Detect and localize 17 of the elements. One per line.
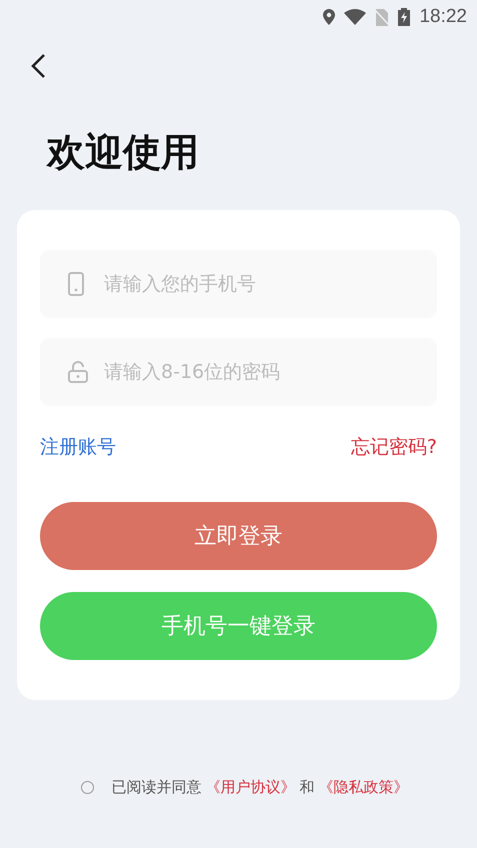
agreement-text: 已阅读并同意 <box>112 778 202 797</box>
privacy-policy-link[interactable]: 《隐私政策》 <box>318 778 408 797</box>
input-field[interactable]: 请输入8-16位的密码 <box>40 338 437 406</box>
back-icon[interactable] <box>30 53 46 79</box>
no-sim-icon <box>375 8 390 26</box>
agreement-radio[interactable] <box>80 781 94 794</box>
page-title: 欢迎使用 <box>47 129 200 176</box>
wifi-icon <box>344 9 366 25</box>
login-button[interactable]: 立即登录 <box>40 502 437 570</box>
location-icon <box>323 9 336 25</box>
user-agreement-link[interactable]: 《用户协议》 <box>206 778 296 797</box>
battery-icon <box>398 8 410 26</box>
input-field[interactable]: 请输入您的手机号 <box>40 250 437 318</box>
status-time: 18:22 <box>419 6 467 28</box>
agreement-joiner: 和 <box>300 778 314 797</box>
forgot-password-link[interactable]: 忘记密码? <box>350 434 437 460</box>
register-link[interactable]: 注册账号 <box>40 434 116 460</box>
